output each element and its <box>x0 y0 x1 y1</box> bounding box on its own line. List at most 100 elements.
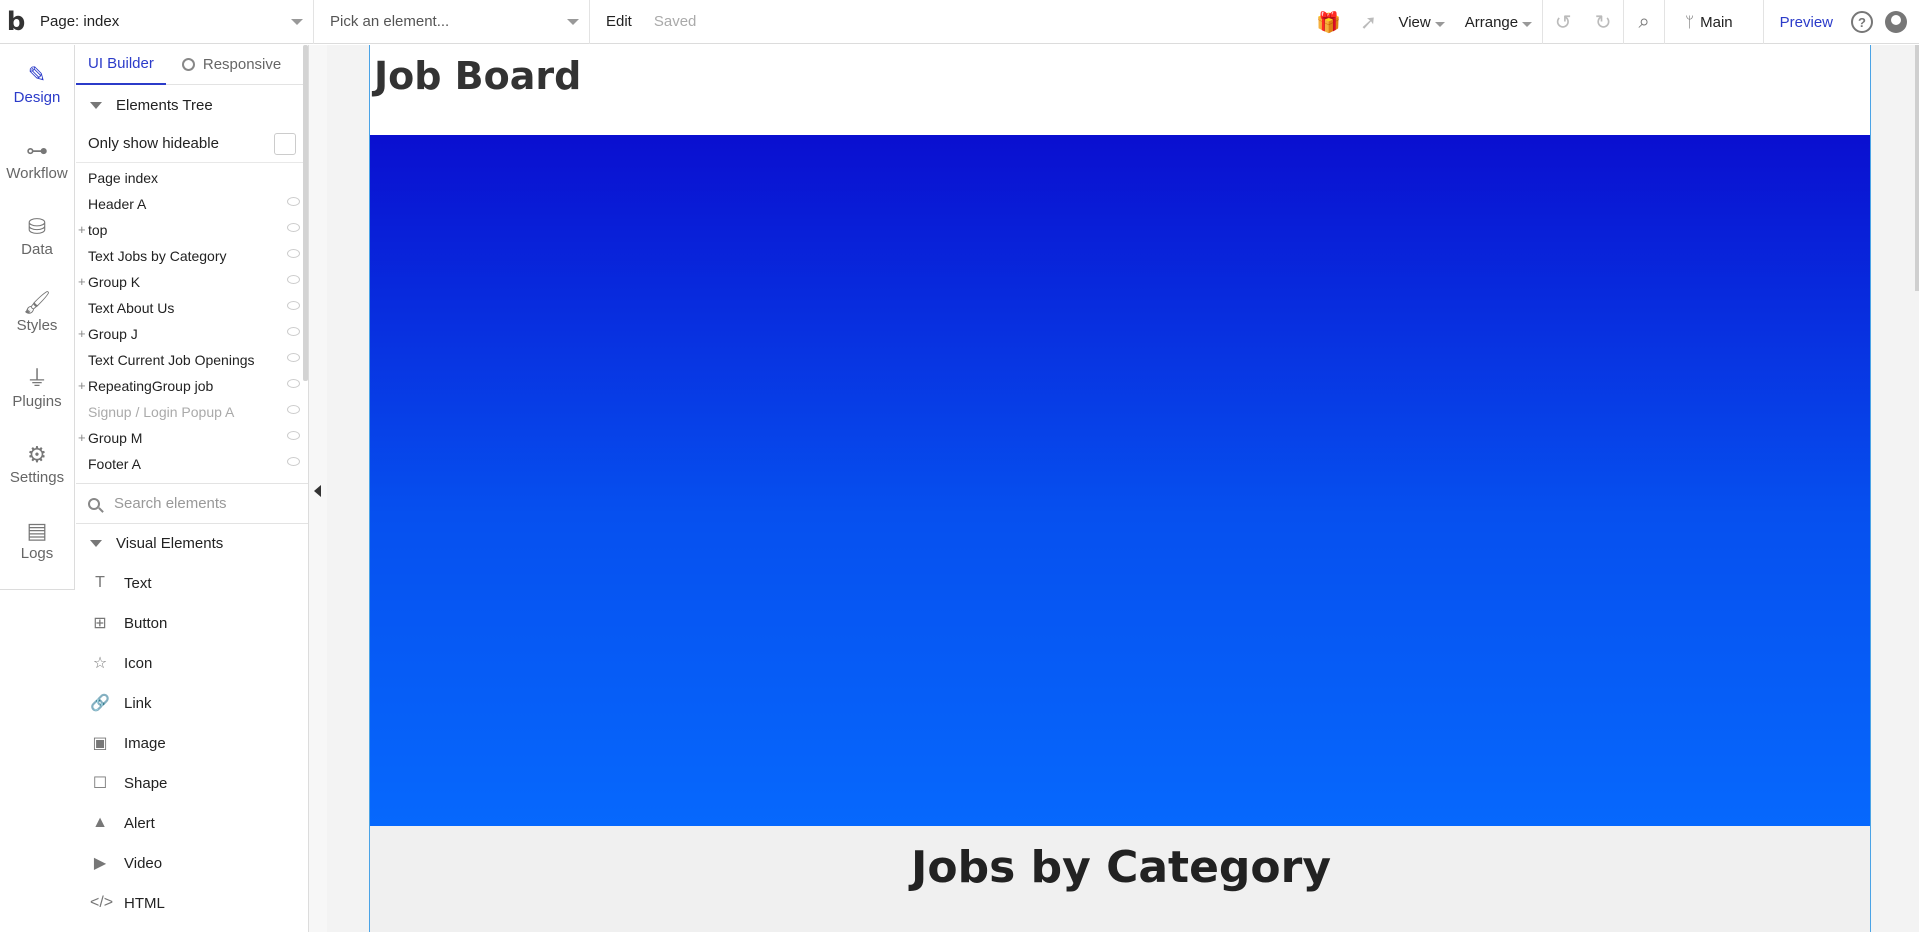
gift-icon[interactable]: 🎁 <box>1308 10 1348 35</box>
left-navigation: ✎ Design ⊶ Workflow ⛁ Data 🖌 Styles ⏚ Pl… <box>0 45 75 590</box>
eye-icon[interactable] <box>287 197 300 206</box>
page-preview[interactable]: Job Board Jobs by Category <box>369 45 1871 932</box>
eye-icon[interactable] <box>287 223 300 232</box>
header-a[interactable]: Job Board <box>370 45 1870 135</box>
page-selector[interactable]: Page: index <box>30 0 314 44</box>
tree-item-label: Header A <box>88 196 147 212</box>
eye-icon[interactable] <box>287 275 300 284</box>
tree-item[interactable]: Text Jobs by Category <box>76 243 308 269</box>
redo-icon[interactable]: ↻ <box>1583 10 1623 35</box>
only-hideable-row: Only show hideable <box>76 125 308 163</box>
eye-icon[interactable] <box>287 379 300 388</box>
tree-item[interactable]: Page index <box>76 165 308 191</box>
tree-item[interactable]: + Group K <box>76 269 308 295</box>
eye-icon[interactable] <box>287 431 300 440</box>
eye-icon[interactable] <box>287 327 300 336</box>
search-elements-input[interactable] <box>114 495 284 512</box>
jobs-by-category-section[interactable]: Jobs by Category <box>370 826 1870 932</box>
visual-elements-list: T Text ⊞ Button ☆ Icon 🔗 Link ▣ Image ☐ Shape ▲ Alert… <box>76 563 308 923</box>
nav-data[interactable]: ⛁ Data <box>0 197 74 273</box>
eye-icon[interactable] <box>287 353 300 362</box>
eye-icon[interactable] <box>287 301 300 310</box>
video-icon: ▶ <box>93 855 107 872</box>
expand-icon[interactable]: + <box>78 326 86 341</box>
search-icon[interactable]: ⌕ <box>1624 11 1664 34</box>
tab-ui-builder[interactable]: UI Builder <box>76 45 166 85</box>
database-icon: ⛁ <box>27 213 47 239</box>
expand-icon[interactable]: + <box>78 222 86 237</box>
view-menu[interactable]: View <box>1398 14 1445 31</box>
undo-icon[interactable]: ↺ <box>1543 10 1583 35</box>
visual-element-button[interactable]: ⊞ Button <box>76 603 308 643</box>
branch-selector[interactable]: ᛘ Main <box>1665 14 1763 31</box>
nav-workflow[interactable]: ⊶ Workflow <box>0 121 74 197</box>
tree-item-label: Group K <box>88 274 141 290</box>
page-title: Job Board <box>374 54 582 98</box>
tree-item[interactable]: + Group J <box>76 321 308 347</box>
nav-plugins[interactable]: ⏚ Plugins <box>0 349 74 425</box>
visual-element-html[interactable]: </> HTML <box>76 883 308 923</box>
cursor-icon[interactable]: ➚ <box>1348 10 1388 35</box>
visual-element-label: Link <box>124 694 152 712</box>
html-icon: </> <box>90 894 114 911</box>
bubble-logo[interactable]: b <box>2 0 30 44</box>
only-hideable-checkbox[interactable] <box>274 132 296 155</box>
hero-group-top[interactable] <box>370 135 1870 826</box>
nav-styles[interactable]: 🖌 Styles <box>0 273 74 349</box>
preview-button[interactable]: Preview <box>1764 14 1845 31</box>
tree-item[interactable]: Header A <box>76 191 308 217</box>
brush-icon: 🖌 <box>23 289 51 315</box>
button-icon: ⊞ <box>93 615 107 632</box>
panel-scrollbar[interactable] <box>303 45 308 381</box>
canvas-scrollbar[interactable] <box>1915 45 1919 291</box>
visual-element-video[interactable]: ▶ Video <box>76 843 308 883</box>
user-avatar-icon[interactable] <box>1885 11 1907 33</box>
branch-icon: ᛘ <box>1685 13 1695 31</box>
arrange-menu[interactable]: Arrange <box>1465 14 1533 31</box>
eye-icon[interactable] <box>287 249 300 258</box>
visual-elements-title: Visual Elements <box>116 535 224 552</box>
only-hideable-label: Only show hideable <box>88 135 219 152</box>
tree-item[interactable]: Footer A <box>76 451 308 477</box>
elements-tree-header[interactable]: Elements Tree <box>76 85 308 125</box>
expand-icon[interactable]: + <box>78 430 86 445</box>
chevron-down-icon <box>567 18 579 25</box>
tree-item[interactable]: + top <box>76 217 308 243</box>
tab-responsive[interactable]: Responsive <box>170 45 293 85</box>
editor-canvas: Job Board Jobs by Category <box>327 45 1919 932</box>
element-picker[interactable]: Pick an element... <box>314 0 590 44</box>
visual-elements-header[interactable]: Visual Elements <box>76 523 308 563</box>
tree-item[interactable]: Text Current Job Openings <box>76 347 308 373</box>
visual-element-shape[interactable]: ☐ Shape <box>76 763 308 803</box>
visual-element-alert[interactable]: ▲ Alert <box>76 803 308 843</box>
tree-item[interactable]: Text About Us <box>76 295 308 321</box>
visual-element-text[interactable]: T Text <box>76 563 308 603</box>
tree-item-label: RepeatingGroup job <box>88 378 214 394</box>
nav-workflow-label: Workflow <box>6 164 68 182</box>
visual-element-label: Button <box>124 614 168 632</box>
eye-icon[interactable] <box>287 405 300 414</box>
nav-logs[interactable]: ▤ Logs <box>0 501 74 577</box>
eye-icon[interactable] <box>287 457 300 466</box>
visual-element-icon[interactable]: ☆ Icon <box>76 643 308 683</box>
edit-mode-label[interactable]: Edit <box>606 13 632 30</box>
nav-settings[interactable]: ⚙ Settings <box>0 425 74 501</box>
image-icon: ▣ <box>92 735 108 752</box>
text-icon: T <box>95 574 105 591</box>
nav-plugins-label: Plugins <box>12 392 62 410</box>
nav-design[interactable]: ✎ Design <box>0 45 74 121</box>
visual-element-label: Text <box>124 574 152 592</box>
expand-icon[interactable]: + <box>78 378 86 393</box>
alert-icon: ▲ <box>92 814 108 831</box>
tree-item[interactable]: + RepeatingGroup job <box>76 373 308 399</box>
collapse-panel-icon[interactable] <box>314 485 321 497</box>
visual-element-label: Image <box>124 734 166 752</box>
tree-item[interactable]: + Group M <box>76 425 308 451</box>
tree-item-label: Text Jobs by Category <box>88 248 227 264</box>
help-icon[interactable]: ? <box>1851 11 1873 33</box>
visual-element-image[interactable]: ▣ Image <box>76 723 308 763</box>
tree-item[interactable]: Signup / Login Popup A <box>76 399 308 425</box>
link-icon: 🔗 <box>90 695 110 712</box>
expand-icon[interactable]: + <box>78 274 86 289</box>
visual-element-link[interactable]: 🔗 Link <box>76 683 308 723</box>
